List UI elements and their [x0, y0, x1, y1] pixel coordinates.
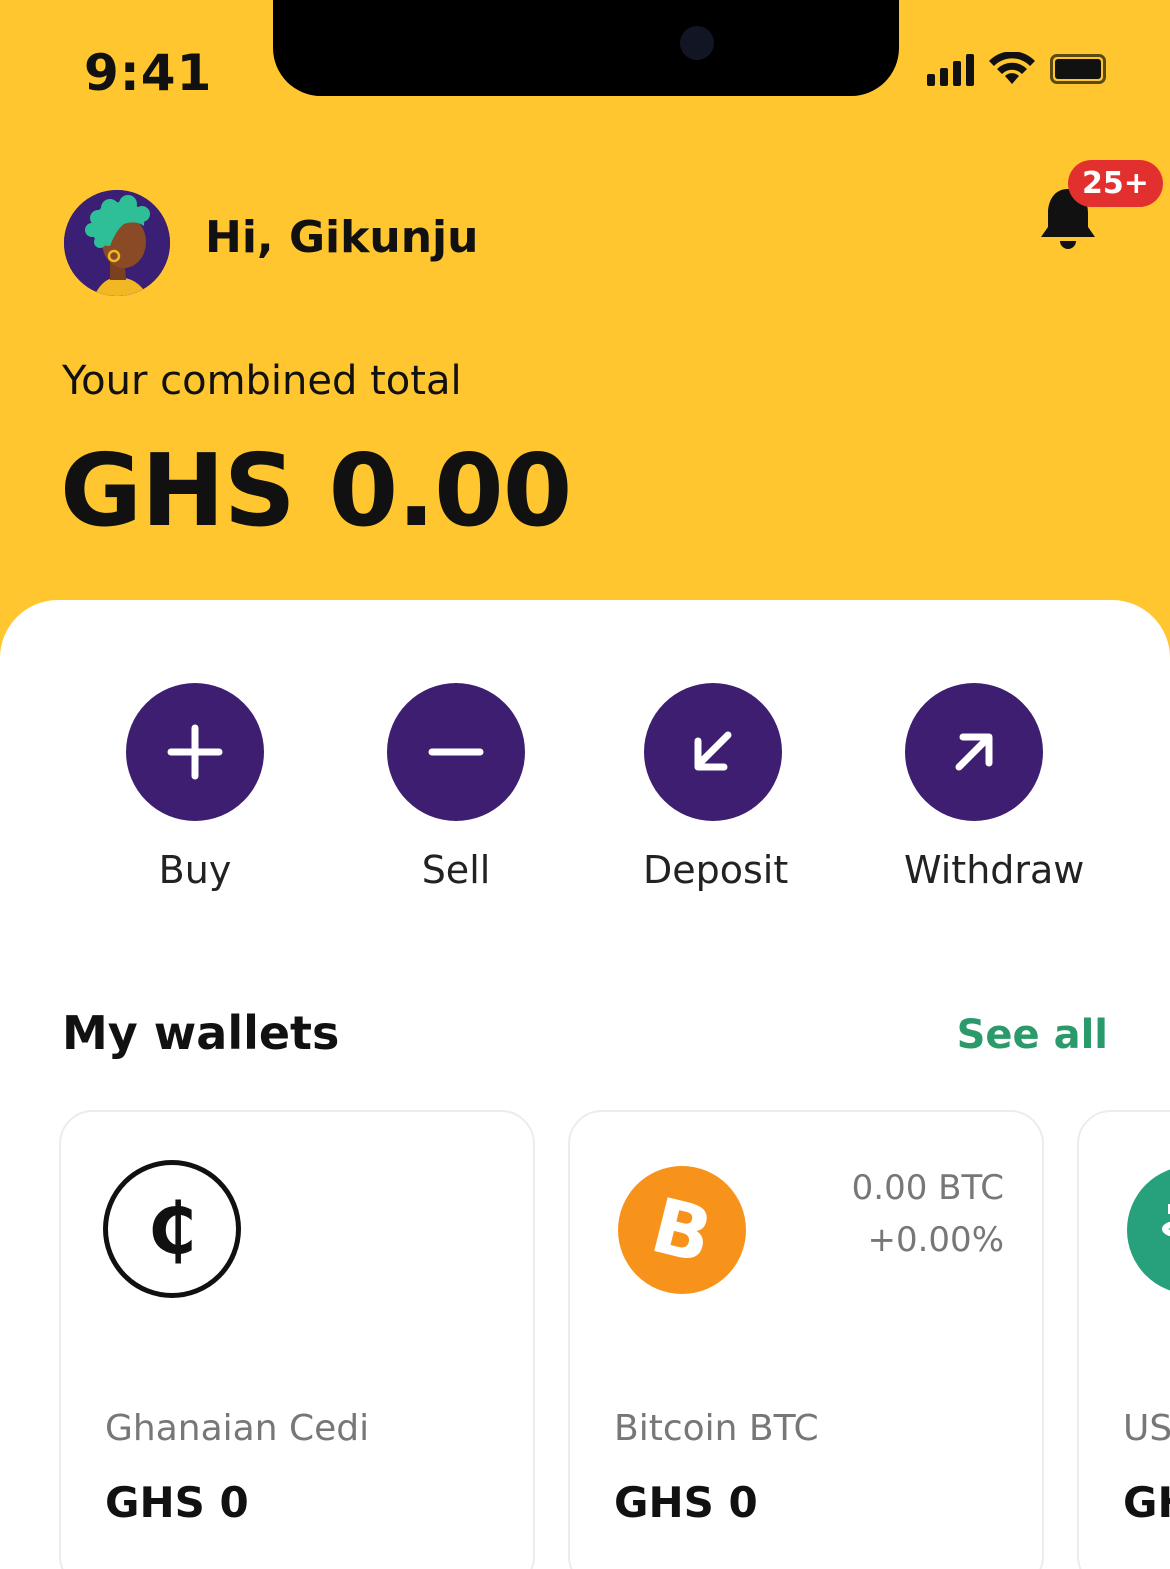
wallet-name: USD [1123, 1408, 1170, 1449]
buy-button[interactable]: Buy [125, 683, 265, 892]
wallet-amount: GHS 0 [1123, 1478, 1170, 1527]
status-icons [927, 52, 1106, 86]
wallet-amount: GHS 0 [105, 1478, 249, 1527]
avatar[interactable] [64, 190, 170, 296]
arrow-up-right-icon [955, 733, 993, 771]
withdraw-label: Withdraw [904, 848, 1085, 892]
cellular-signal-icon [927, 52, 974, 86]
sell-button[interactable]: Sell [386, 683, 526, 892]
wallet-quantity: 0.00 BTC +0.00% [852, 1162, 1004, 1266]
wifi-icon [989, 52, 1035, 84]
deposit-button[interactable]: Deposit [643, 683, 789, 892]
wallets-title: My wallets [62, 1006, 340, 1060]
arrow-down-left-icon [694, 731, 732, 771]
total-balance: GHS 0.00 [60, 432, 572, 549]
wallet-name: Ghanaian Cedi [105, 1408, 370, 1449]
home-screen: 9:41 Hi, Gikunju 25+ Your combined total… [0, 0, 1170, 1569]
device-notch [273, 0, 899, 96]
wallet-name: Bitcoin BTC [614, 1408, 819, 1449]
status-time: 9:41 [84, 44, 213, 102]
btc-quantity: 0.00 BTC [851, 1168, 1004, 1208]
greeting-text: Hi, Gikunju [205, 212, 479, 263]
wallet-card-usdt[interactable]: USD GHS 0 [1077, 1110, 1170, 1569]
cedi-icon: ₵ [103, 1160, 241, 1298]
see-all-link[interactable]: See all [957, 1012, 1108, 1058]
usdt-icon [1127, 1166, 1170, 1294]
total-label: Your combined total [62, 358, 462, 404]
wallet-card-ghs[interactable]: ₵ Ghanaian Cedi GHS 0 [59, 1110, 535, 1569]
withdraw-button[interactable]: Withdraw [904, 683, 1085, 892]
plus-icon [167, 724, 223, 780]
bitcoin-icon: B [618, 1166, 746, 1294]
wallet-amount: GHS 0 [614, 1478, 758, 1527]
notification-badge: 25+ [1068, 160, 1163, 207]
camera-icon [680, 26, 714, 60]
buy-label: Buy [158, 848, 232, 892]
battery-icon [1050, 54, 1106, 84]
wallet-card-btc[interactable]: B 0.00 BTC +0.00% Bitcoin BTC GHS 0 [568, 1110, 1044, 1569]
minus-icon [428, 748, 484, 756]
btc-change: +0.00% [867, 1220, 1005, 1260]
sell-label: Sell [421, 848, 491, 892]
deposit-label: Deposit [643, 848, 789, 892]
